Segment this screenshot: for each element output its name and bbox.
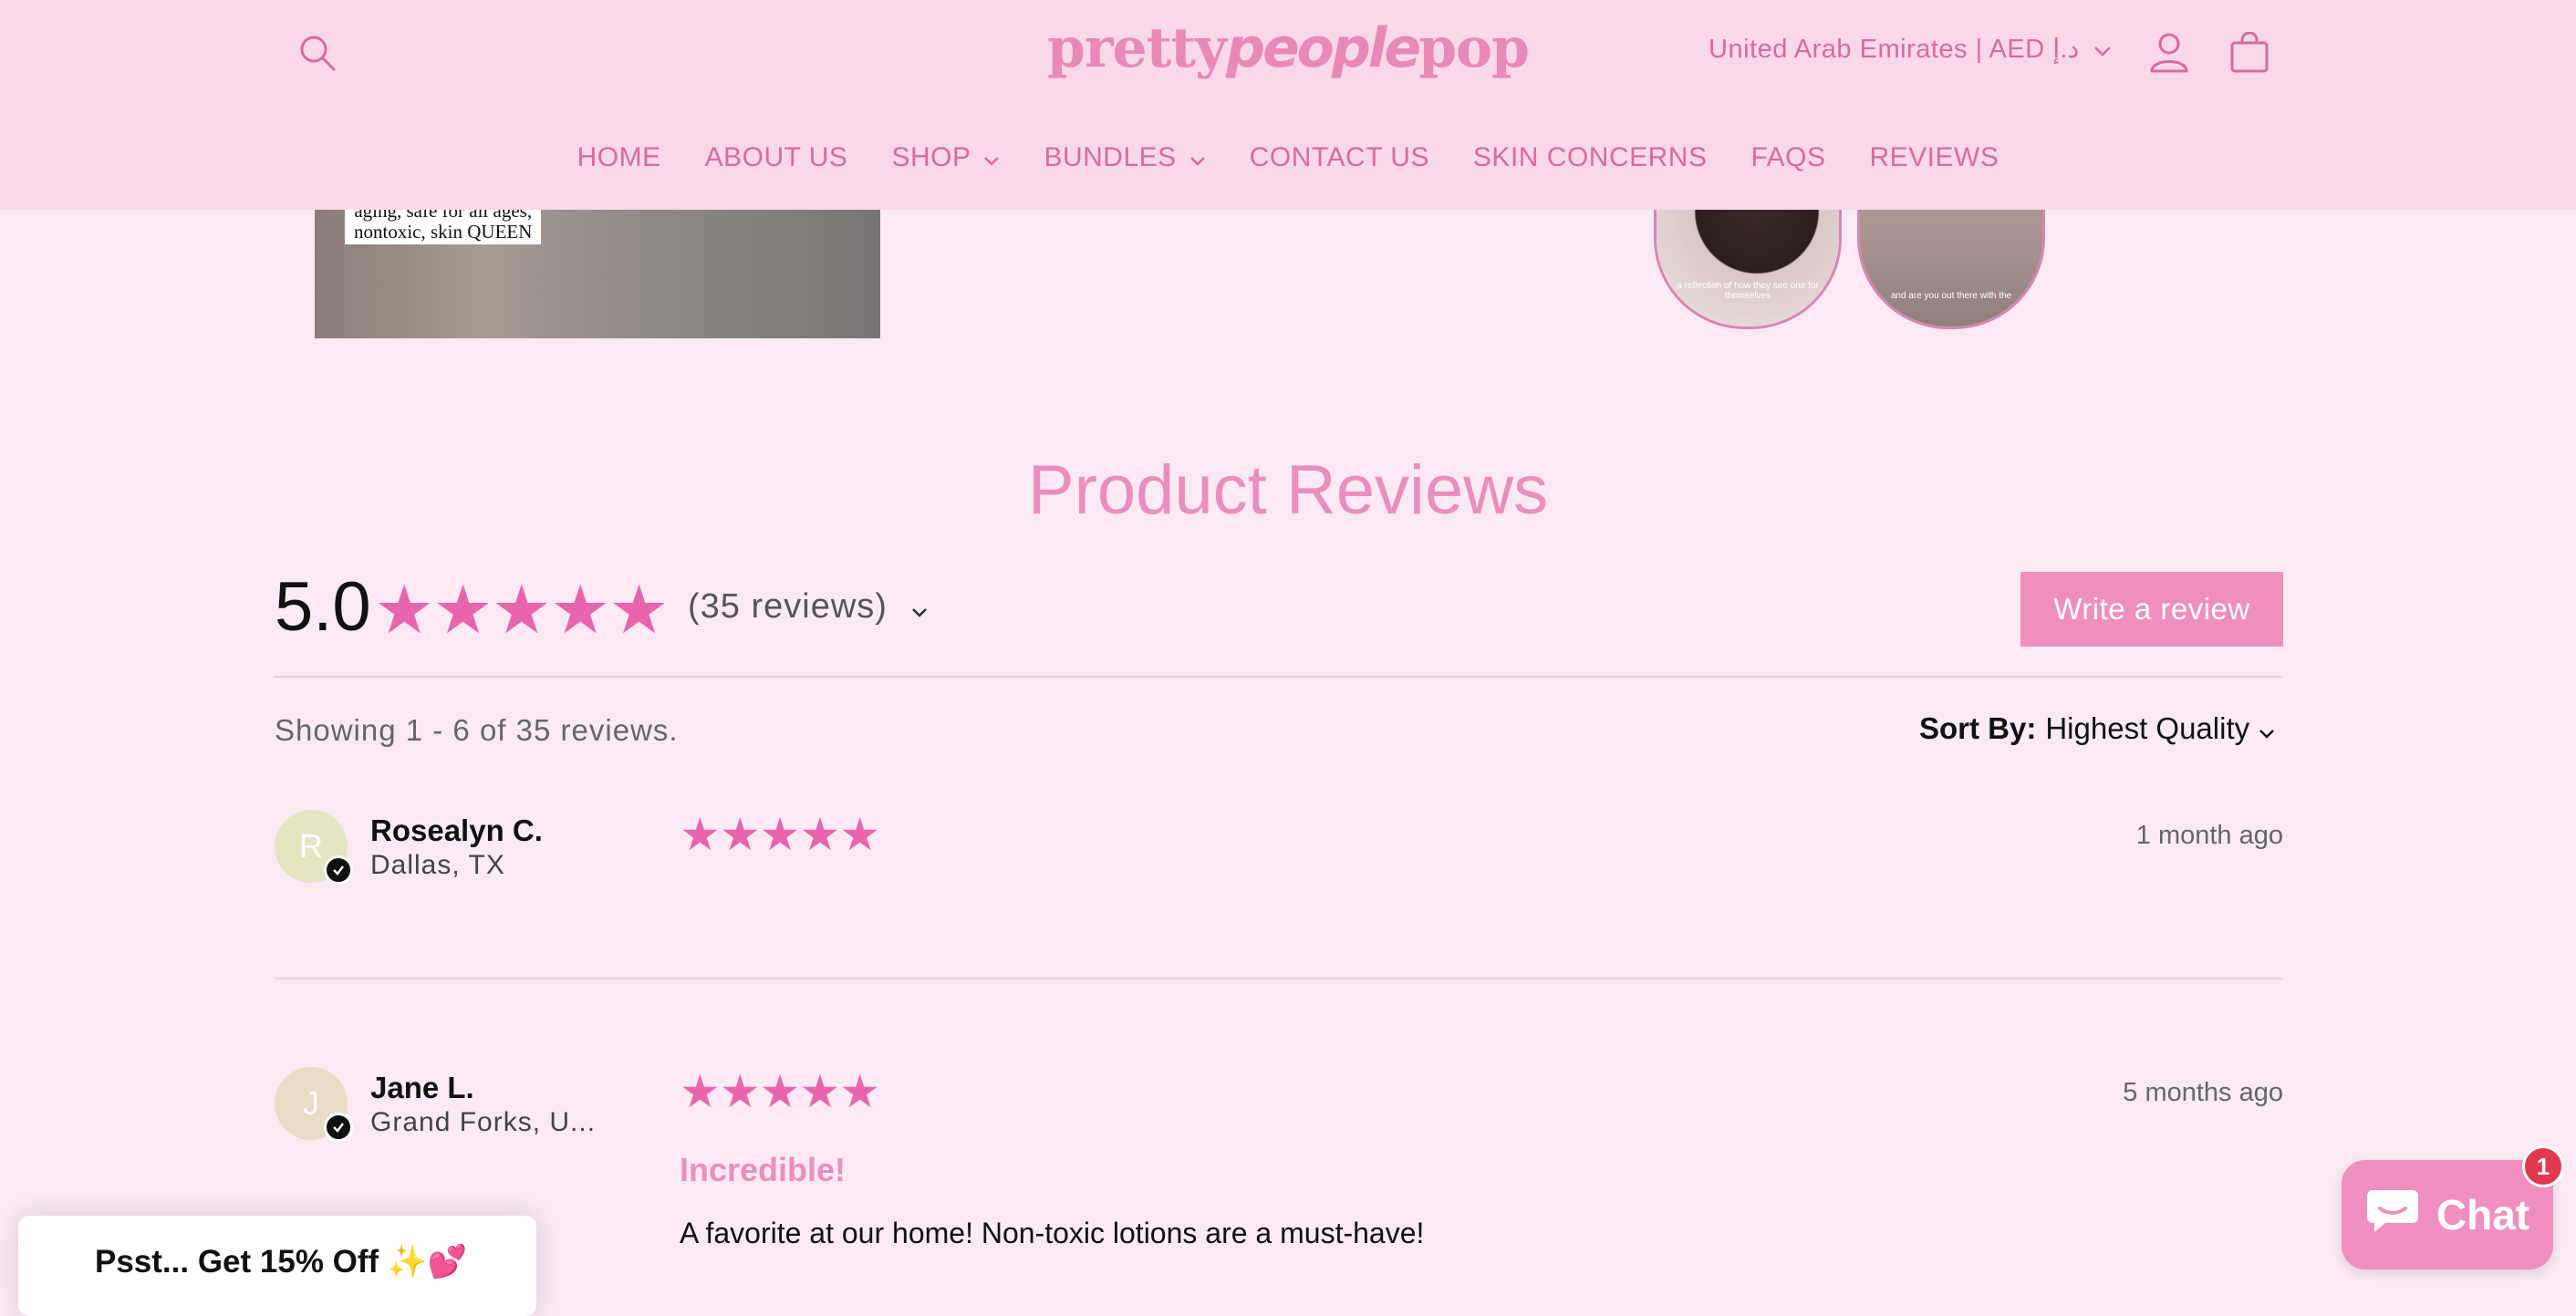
review-count-toggle[interactable]: (35 reviews) (688, 587, 928, 627)
currency-selector[interactable]: United Arab Emirates | AED د.إ (1709, 33, 2112, 65)
nav-home[interactable]: HOME (556, 142, 683, 173)
showing-count: Showing 1 - 6 of 35 reviews. (275, 713, 679, 747)
reviewer-name: Jane L. (370, 1071, 474, 1104)
write-review-button[interactable]: Write a review (2020, 572, 2283, 647)
sort-value: Highest Quality (2045, 711, 2250, 745)
site-header: prettypeoplepop United Arab Emirates | A… (0, 0, 2576, 210)
review-item: J Jane L. Grand Forks, U... ★★★★★ 5 mont… (275, 1065, 2283, 1249)
reviewer-location: Dallas, TX (370, 850, 505, 880)
divider (275, 978, 2283, 979)
review-body: A favorite at our home! Non-toxic lotion… (680, 1217, 1425, 1249)
chevron-down-icon (911, 587, 928, 627)
review-title: Incredible! (680, 1151, 847, 1188)
nav-about-us[interactable]: ABOUT US (683, 142, 870, 173)
nav-faqs[interactable]: FAQS (1729, 142, 1847, 173)
nav-skin-concerns[interactable]: SKIN CONCERNS (1451, 142, 1729, 173)
review-stars: ★★★★★ (680, 809, 880, 860)
currency-label: United Arab Emirates | AED د.إ (1709, 35, 2080, 64)
average-rating: 5.0 (275, 568, 371, 646)
sort-label: Sort By: (1919, 711, 2037, 745)
account-icon[interactable] (2144, 26, 2195, 80)
chevron-down-icon (2093, 34, 2112, 64)
chevron-down-icon (2259, 711, 2275, 746)
sort-dropdown[interactable]: Sort By: Highest Quality (1919, 711, 2275, 746)
chat-button[interactable]: Chat (2342, 1160, 2553, 1269)
verified-badge-icon (324, 855, 353, 885)
story-caption: a reflection of how they see one for the… (1677, 281, 1819, 301)
verified-badge-icon (324, 1113, 353, 1142)
nav-contact-us[interactable]: CONTACT US (1228, 142, 1451, 173)
nav-reviews[interactable]: REVIEWS (1848, 142, 2021, 173)
discount-popup-label: Psst... Get 15% Off ✨💕 (95, 1244, 468, 1280)
reviewer-location: Grand Forks, U... (370, 1107, 597, 1137)
chevron-down-icon (1189, 142, 1206, 173)
chat-bubble-icon (2365, 1186, 2420, 1244)
review-stars: ★★★★★ (680, 1066, 880, 1117)
cart-icon[interactable] (2224, 26, 2275, 80)
review-count: (35 reviews) (688, 587, 888, 626)
nav-shop[interactable]: SHOP (869, 142, 1022, 173)
story-caption: and are you out there with the (1890, 291, 2012, 301)
chat-label: Chat (2436, 1191, 2530, 1238)
reviews-heading: Product Reviews (1027, 451, 1549, 529)
chevron-down-icon (983, 142, 1000, 173)
nav-bundles[interactable]: BUNDLES (1022, 142, 1227, 173)
discount-popup[interactable]: Psst... Get 15% Off ✨💕 (18, 1216, 536, 1316)
review-date: 1 month ago (2135, 821, 2283, 850)
review-date: 5 months ago (2123, 1078, 2283, 1107)
divider (275, 676, 2283, 678)
reviewer-name: Rosealyn C. (370, 813, 543, 847)
average-stars: ★★★★★ (374, 572, 670, 648)
main-nav: HOME ABOUT US SHOP BUNDLES CONTACT US SK… (0, 142, 2576, 173)
review-item: R Rosealyn C. Dallas, TX ★★★★★ 1 month a… (275, 808, 2283, 917)
chat-notification-badge: 1 (2522, 1145, 2564, 1187)
